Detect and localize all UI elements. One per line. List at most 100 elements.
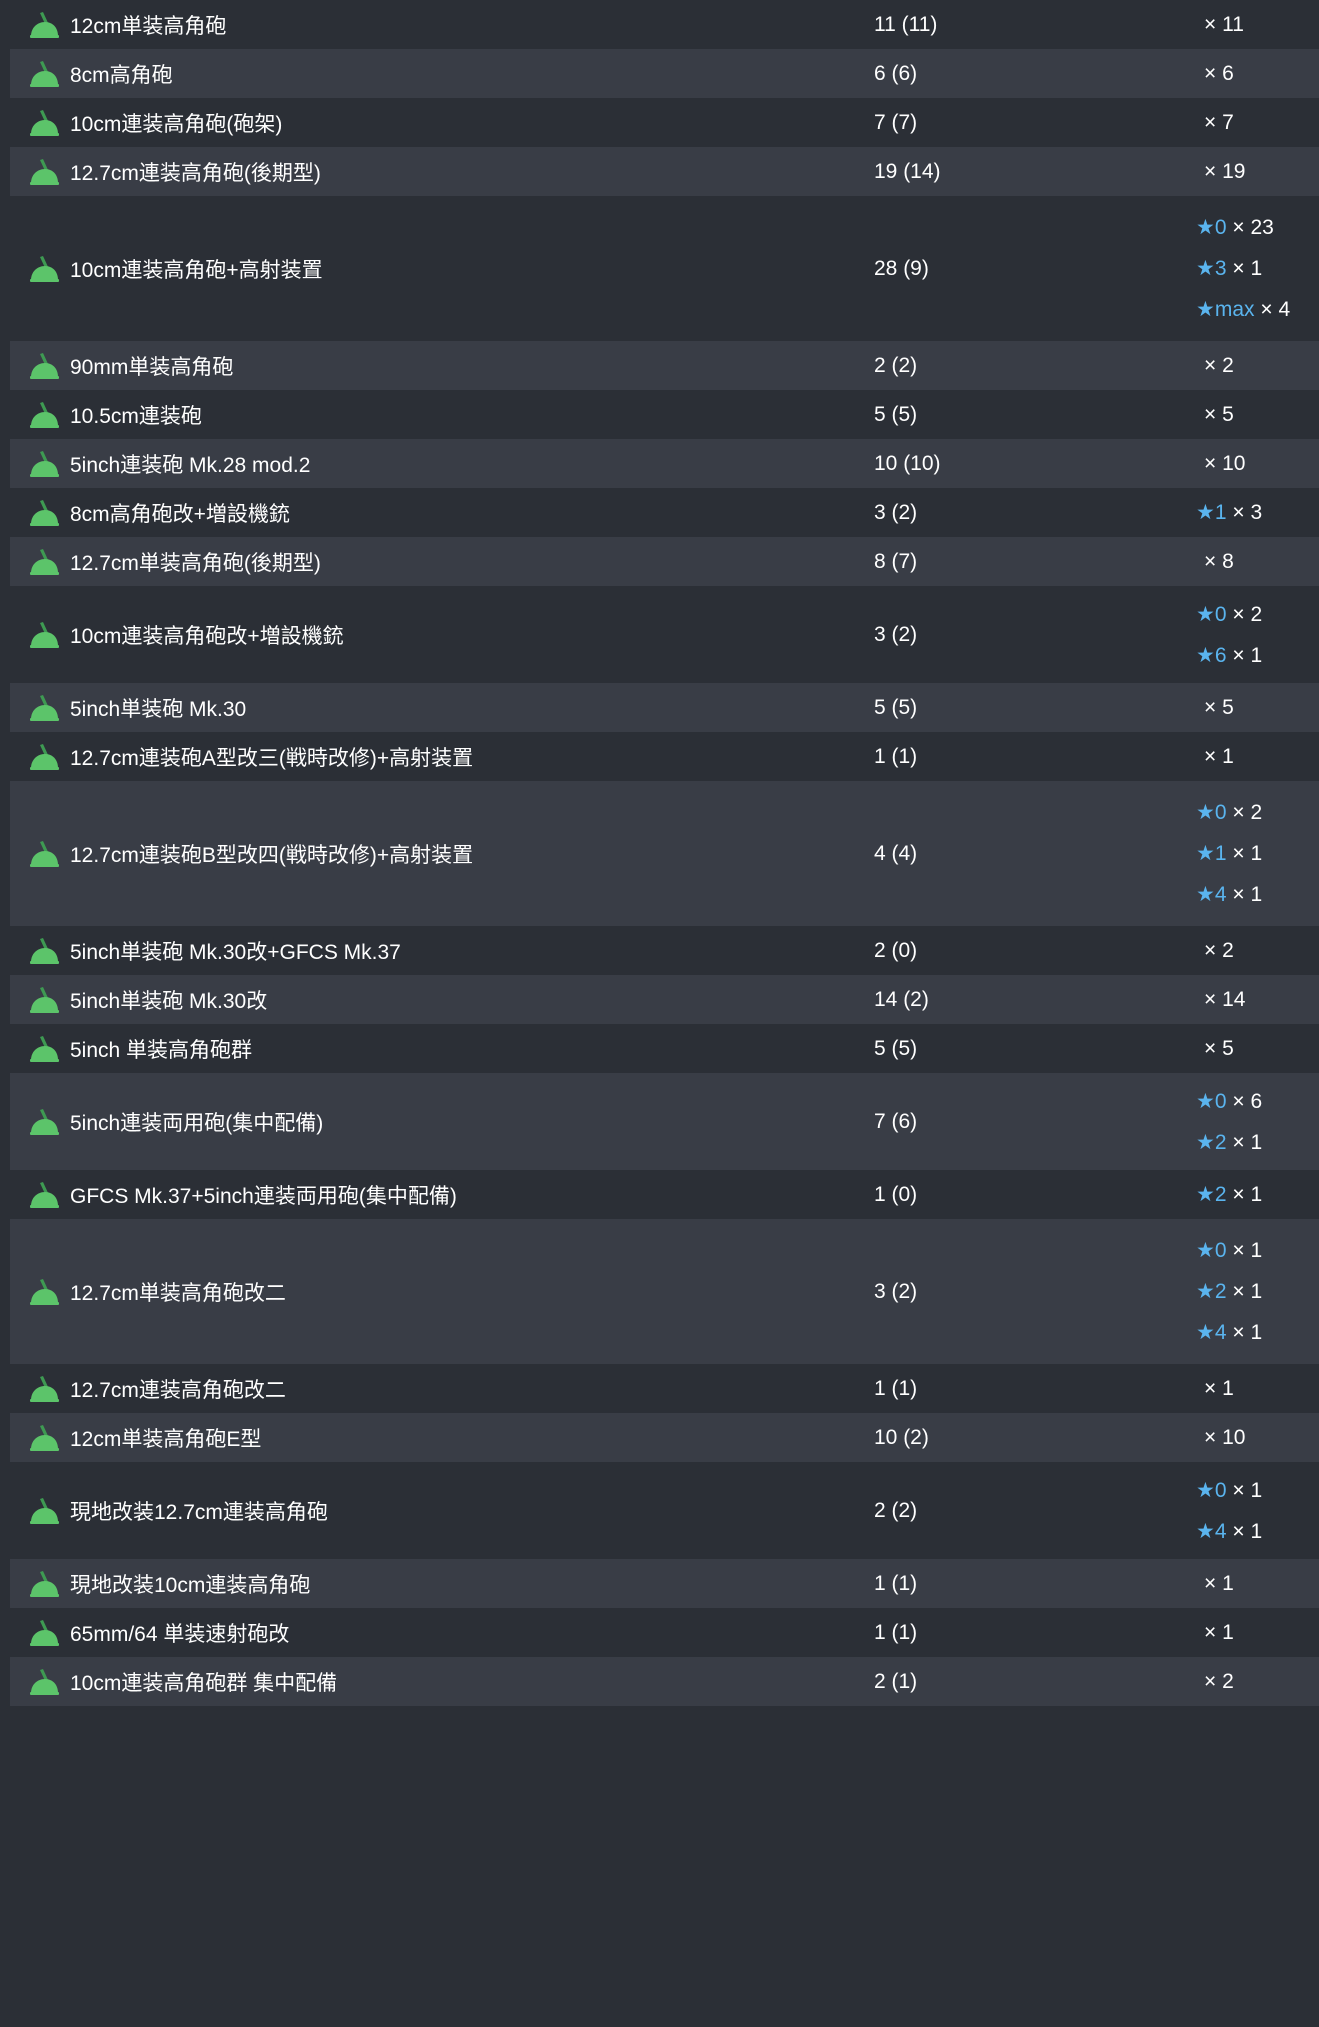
equipment-name: 5inch単装砲 Mk.30改+GFCS Mk.37 — [70, 940, 401, 964]
level-quantity: × 4 — [1260, 298, 1291, 321]
equipment-count: 19 (14) — [874, 159, 941, 183]
anti-air-gun-icon — [27, 1618, 61, 1648]
level-quantity: × 8 — [1204, 550, 1234, 573]
improvement-level-line: × 10 — [1196, 1417, 1245, 1458]
star-level: ★0 — [1196, 216, 1227, 239]
improvement-level-line: ★1 × 1 — [1196, 833, 1262, 874]
level-quantity: × 1 — [1232, 643, 1263, 667]
anti-air-gun-icon — [27, 1496, 61, 1526]
table-row[interactable]: 12cm単装高角砲 11 (11) × 11 — [10, 0, 1319, 49]
equipment-count: 10 (2) — [874, 1425, 929, 1449]
table-row[interactable]: 5inch単装砲 Mk.30改 14 (2) × 14 — [10, 975, 1319, 1024]
equipment-name: 10.5cm連装砲 — [70, 404, 202, 428]
improvement-level-line: ★max × 4 — [1196, 289, 1290, 330]
equipment-count: 7 (7) — [874, 110, 918, 134]
improvement-levels: × 5 — [1196, 687, 1234, 728]
table-row[interactable]: 現地改装12.7cm連装高角砲 2 (2) ★0 × 1 ★4 × 1 — [10, 1462, 1319, 1559]
equipment-name: 12.7cm連装砲A型改三(戦時改修)+高射装置 — [70, 746, 474, 770]
improvement-level-line: × 8 — [1196, 541, 1234, 582]
level-quantity: × 10 — [1204, 452, 1246, 475]
table-row[interactable]: 5inch単装砲 Mk.30改+GFCS Mk.37 2 (0) × 2 — [10, 926, 1319, 975]
improvement-level-line: ★6 × 1 — [1196, 635, 1262, 676]
improvement-levels: ★0 × 2 ★6 × 1 — [1196, 594, 1262, 676]
table-row[interactable]: 90mm単装高角砲 2 (2) × 2 — [10, 341, 1319, 390]
table-row[interactable]: 10.5cm連装砲 5 (5) × 5 — [10, 390, 1319, 439]
anti-air-gun-icon — [27, 620, 61, 650]
improvement-levels: ★0 × 1 ★2 × 1 ★4 × 1 — [1196, 1230, 1262, 1353]
level-quantity: × 1 — [1232, 842, 1263, 865]
level-quantity: × 2 — [1204, 1670, 1234, 1693]
anti-air-gun-icon — [27, 1107, 61, 1137]
equipment-count: 2 (0) — [874, 938, 918, 962]
anti-air-gun-icon — [27, 1034, 61, 1064]
improvement-level-line: ★0 × 2 — [1196, 792, 1262, 833]
level-quantity: × 1 — [1232, 1519, 1263, 1543]
table-row[interactable]: 12.7cm単装高角砲改二 3 (2) ★0 × 1 ★2 × 1 ★4 × 1 — [10, 1219, 1319, 1364]
anti-air-gun-icon — [27, 1277, 61, 1307]
table-row[interactable]: 12.7cm単装高角砲(後期型) 8 (7) × 8 — [10, 537, 1319, 586]
level-quantity: × 1 — [1204, 1572, 1234, 1595]
equipment-name: 12cm単装高角砲 — [70, 14, 227, 38]
table-row[interactable]: 8cm高角砲 6 (6) × 6 — [10, 49, 1319, 98]
table-row[interactable]: 65mm/64 単装速射砲改 1 (1) × 1 — [10, 1608, 1319, 1657]
equipment-name: 8cm高角砲 — [70, 63, 173, 87]
improvement-levels: × 1 — [1196, 1612, 1234, 1653]
level-quantity: × 1 — [1232, 1321, 1263, 1344]
equipment-count: 1 (0) — [874, 1182, 918, 1206]
table-row[interactable]: 12.7cm連装高角砲(後期型) 19 (14) × 19 — [10, 147, 1319, 196]
equipment-name: 10cm連装高角砲(砲架) — [70, 112, 283, 136]
star-level: ★2 — [1196, 1130, 1227, 1154]
improvement-levels: × 10 — [1196, 1417, 1245, 1458]
improvement-level-line: ★0 × 1 — [1196, 1470, 1262, 1511]
table-row[interactable]: 5inch連装砲 Mk.28 mod.2 10 (10) × 10 — [10, 439, 1319, 488]
equipment-name: 5inch連装両用砲(集中配備) — [70, 1111, 324, 1135]
anti-air-gun-icon — [27, 547, 61, 577]
level-quantity: × 1 — [1232, 1239, 1263, 1262]
table-row[interactable]: 5inch単装砲 Mk.30 5 (5) × 5 — [10, 683, 1319, 732]
star-level: ★2 — [1196, 1183, 1227, 1206]
table-row[interactable]: 12cm単装高角砲E型 10 (2) × 10 — [10, 1413, 1319, 1462]
star-level: ★3 — [1196, 257, 1227, 280]
equipment-name: 12cm単装高角砲E型 — [70, 1427, 262, 1451]
table-row[interactable]: 12.7cm連装砲A型改三(戦時改修)+高射装置 1 (1) × 1 — [10, 732, 1319, 781]
improvement-levels: × 5 — [1196, 394, 1234, 435]
table-row[interactable]: 5inch 単装高角砲群 5 (5) × 5 — [10, 1024, 1319, 1073]
improvement-levels: × 8 — [1196, 541, 1234, 582]
star-level: ★1 — [1196, 842, 1227, 865]
table-row[interactable]: 10cm連装高角砲+高射装置 28 (9) ★0 × 23 ★3 × 1 ★max × … — [10, 196, 1319, 341]
improvement-level-line: × 5 — [1196, 687, 1234, 728]
improvement-levels: × 2 — [1196, 345, 1234, 386]
anti-air-gun-icon — [27, 1180, 61, 1210]
table-row[interactable]: 12.7cm連装砲B型改四(戦時改修)+高射装置 4 (4) ★0 × 2 ★1 × … — [10, 781, 1319, 926]
table-row[interactable]: GFCS Mk.37+5inch連装両用砲(集中配備) 1 (0) ★2 × 1 — [10, 1170, 1319, 1219]
anti-air-gun-icon — [27, 1423, 61, 1453]
table-row[interactable]: 12.7cm連装高角砲改二 1 (1) × 1 — [10, 1364, 1319, 1413]
equipment-list: 12cm単装高角砲 11 (11) × 11 8cm高角砲 6 (6) × 6 10cm連装… — [0, 0, 1319, 2027]
table-row[interactable]: 5inch連装両用砲(集中配備) 7 (6) ★0 × 6 ★2 × 1 — [10, 1073, 1319, 1170]
table-row[interactable]: 10cm連装高角砲(砲架) 7 (7) × 7 — [10, 98, 1319, 147]
equipment-count: 5 (5) — [874, 402, 918, 426]
level-quantity: × 2 — [1232, 801, 1263, 824]
improvement-level-line: ★0 × 1 — [1196, 1230, 1262, 1271]
table-row[interactable]: 10cm連装高角砲群 集中配備 2 (1) × 2 — [10, 1657, 1319, 1706]
star-level: ★4 — [1196, 883, 1227, 906]
improvement-level-line: ★0 × 2 — [1196, 594, 1262, 635]
table-row[interactable]: 8cm高角砲改+増設機銃 3 (2) ★1 × 3 — [10, 488, 1319, 537]
equipment-name: 12.7cm単装高角砲改二 — [70, 1281, 286, 1305]
anti-air-gun-icon — [27, 936, 61, 966]
equipment-count: 4 (4) — [874, 841, 918, 865]
equipment-name: 5inch連装砲 Mk.28 mod.2 — [70, 453, 311, 477]
anti-air-gun-icon — [27, 59, 61, 89]
equipment-name: 10cm連装高角砲改+増設機銃 — [70, 624, 344, 648]
equipment-name: 12.7cm連装砲B型改四(戦時改修)+高射装置 — [70, 843, 474, 867]
improvement-level-line: × 14 — [1196, 979, 1245, 1020]
equipment-count: 3 (2) — [874, 1279, 918, 1303]
star-level: ★0 — [1196, 1478, 1227, 1502]
level-quantity: × 7 — [1204, 111, 1234, 134]
level-quantity: × 5 — [1204, 1037, 1234, 1060]
equipment-count: 1 (1) — [874, 1571, 918, 1595]
table-row[interactable]: 10cm連装高角砲改+増設機銃 3 (2) ★0 × 2 ★6 × 1 — [10, 586, 1319, 683]
table-row[interactable]: 現地改装10cm連装高角砲 1 (1) × 1 — [10, 1559, 1319, 1608]
equipment-count: 10 (10) — [874, 451, 941, 475]
equipment-count: 8 (7) — [874, 549, 918, 573]
